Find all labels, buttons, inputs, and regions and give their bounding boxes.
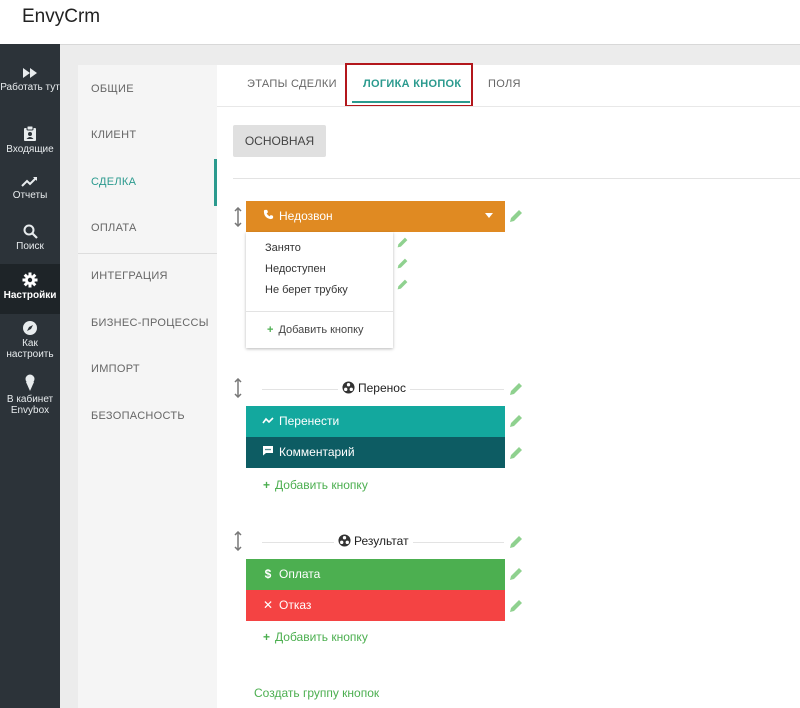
nav-label: Работать тут <box>0 82 60 93</box>
gear-icon <box>22 272 38 288</box>
edit-pencil-icon[interactable] <box>508 413 524 429</box>
edit-pencil-icon[interactable] <box>508 534 524 550</box>
plus-icon: + <box>263 478 271 492</box>
move-handle-icon[interactable] <box>233 207 243 227</box>
dropdown-item-no-pickup[interactable]: Не берет трубку <box>265 284 348 296</box>
nav-label: В кабинет Envybox <box>6 394 54 416</box>
button-comment[interactable]: Комментарий <box>246 437 505 468</box>
subtab-main-button[interactable]: ОСНОВНАЯ <box>233 125 326 157</box>
group-title-result: Результат <box>334 534 413 548</box>
nav-how-to-setup[interactable]: Как настроить <box>0 320 60 360</box>
dropdown-divider <box>246 311 393 312</box>
nav-envybox-cabinet[interactable]: В кабинет Envybox <box>0 374 60 416</box>
edit-pencil-icon[interactable] <box>508 381 524 397</box>
dropdown-menu: Занято Недоступен Не берет трубку + Добав… <box>246 232 393 348</box>
dropdown-item-unavailable[interactable]: Недоступен <box>265 263 326 275</box>
tab-deal-stages[interactable]: ЭТАПЫ СДЕЛКИ <box>247 78 337 90</box>
menu-item-payment[interactable]: ОПЛАТА <box>91 222 137 234</box>
button-no-answer[interactable]: Недозвон <box>246 201 505 232</box>
nav-search[interactable]: Поиск <box>0 224 60 252</box>
menu-item-business-processes[interactable]: БИЗНЕС-ПРОЦЕССЫ <box>91 317 209 329</box>
create-button-group-link[interactable]: Создать группу кнопок <box>254 686 379 700</box>
button-payment[interactable]: $ Оплата <box>246 559 505 590</box>
group-title-text: Перенос <box>358 381 406 395</box>
plus-icon: + <box>267 324 274 336</box>
edit-pencil-icon[interactable] <box>396 278 409 291</box>
trend-icon <box>260 406 276 437</box>
edit-pencil-icon[interactable] <box>396 257 409 270</box>
nav-label: Входящие <box>6 144 54 155</box>
add-label: Добавить кнопку <box>278 324 364 336</box>
trend-icon <box>21 177 37 187</box>
settings-menu: ОБЩИЕ КЛИЕНТ СДЕЛКА ОПЛАТА ИНТЕГРАЦИЯ БИ… <box>78 65 217 708</box>
add-label: Добавить кнопку <box>275 630 368 644</box>
search-icon <box>23 224 38 239</box>
nav-settings[interactable]: Настройки <box>0 264 60 314</box>
nav-inbox[interactable]: Входящие <box>0 126 60 155</box>
add-button-link[interactable]: + Добавить кнопку <box>263 630 368 644</box>
nav-label: Поиск <box>16 241 44 252</box>
add-button-link[interactable]: + Добавить кнопку <box>263 478 368 492</box>
nav-label: Как настроить <box>6 338 54 360</box>
add-label: Добавить кнопку <box>275 478 368 492</box>
tabs-divider <box>217 106 800 107</box>
menu-item-general[interactable]: ОБЩИЕ <box>91 83 134 95</box>
top-bar: EnvyCrm <box>0 0 800 45</box>
menu-divider <box>78 253 217 254</box>
comment-icon <box>260 437 276 468</box>
button-label: Отказ <box>279 598 312 612</box>
button-label: Комментарий <box>279 445 355 459</box>
section-divider <box>233 178 800 179</box>
move-handle-icon[interactable] <box>233 531 243 551</box>
nav-label: Отчеты <box>12 190 48 201</box>
group-title-text: Результат <box>354 534 409 548</box>
menu-item-integration[interactable]: ИНТЕГРАЦИЯ <box>91 270 168 282</box>
clipboard-icon <box>24 126 36 141</box>
edit-pencil-icon[interactable] <box>508 566 524 582</box>
compass-icon <box>23 321 37 335</box>
button-label: Оплата <box>279 567 321 581</box>
fast-forward-icon <box>23 68 37 78</box>
button-reschedule[interactable]: Перенести <box>246 406 505 437</box>
nav-reports[interactable]: Отчеты <box>0 176 60 201</box>
edit-pencil-icon[interactable] <box>396 236 409 249</box>
app-title: EnvyCrm <box>22 6 101 27</box>
tab-fields[interactable]: ПОЛЯ <box>488 78 521 90</box>
menu-item-security[interactable]: БЕЗОПАСНОСТЬ <box>91 410 185 422</box>
move-handle-icon[interactable] <box>233 378 243 398</box>
chevron-down-icon[interactable] <box>485 213 493 218</box>
dropdown-add-button[interactable]: + Добавить кнопку <box>267 324 364 336</box>
button-label: Перенести <box>279 414 340 428</box>
nav-label: Настройки <box>3 290 57 301</box>
menu-item-client[interactable]: КЛИЕНТ <box>91 129 136 141</box>
edit-pencil-icon[interactable] <box>508 208 524 224</box>
phone-icon <box>260 201 276 232</box>
close-icon: ✕ <box>262 598 274 612</box>
edit-pencil-icon[interactable] <box>508 445 524 461</box>
tab-highlight-frame <box>345 63 473 107</box>
menu-item-import[interactable]: ИМПОРТ <box>91 363 140 375</box>
nav-work-here[interactable]: Работать тут <box>0 66 60 93</box>
plus-icon: + <box>263 630 271 644</box>
menu-item-deal[interactable]: СДЕЛКА <box>91 176 136 188</box>
group-title-transfer: Перенос <box>338 381 410 395</box>
button-label: Недозвон <box>279 209 333 223</box>
menu-active-indicator <box>214 159 217 206</box>
group-icon <box>342 381 355 394</box>
dropdown-item-busy[interactable]: Занято <box>265 242 301 254</box>
button-refusal[interactable]: ✕ Отказ <box>246 590 505 621</box>
edit-pencil-icon[interactable] <box>508 598 524 614</box>
dollar-icon: $ <box>264 567 272 581</box>
ice-cream-icon <box>25 374 35 391</box>
group-icon <box>338 534 351 547</box>
